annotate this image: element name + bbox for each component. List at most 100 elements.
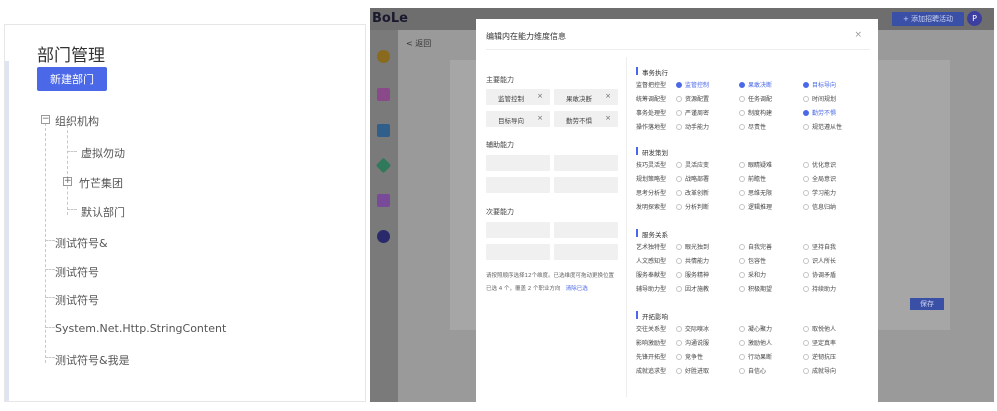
ability-option[interactable]: 凝心聚力 bbox=[739, 324, 772, 333]
radio-icon[interactable] bbox=[676, 244, 682, 250]
ability-option[interactable]: 全局意识 bbox=[803, 174, 836, 183]
radio-icon[interactable] bbox=[739, 176, 745, 182]
close-icon[interactable]: × bbox=[854, 30, 862, 40]
radio-icon[interactable] bbox=[803, 286, 809, 292]
radio-icon[interactable] bbox=[739, 326, 745, 332]
expand-icon[interactable]: + bbox=[63, 177, 72, 186]
ability-option[interactable]: 规范遵从性 bbox=[803, 122, 842, 131]
radio-icon[interactable] bbox=[676, 272, 682, 278]
ability-option[interactable]: 积极期望 bbox=[739, 284, 772, 293]
tree-node-item[interactable]: 测试符号&我是 bbox=[55, 352, 130, 368]
ability-option[interactable]: 协调矛盾 bbox=[803, 270, 836, 279]
empty-slot[interactable] bbox=[486, 222, 550, 238]
ability-option[interactable]: 时间规划 bbox=[803, 94, 836, 103]
ability-option[interactable]: 逆韧抗压 bbox=[803, 352, 836, 361]
add-recruitment-button[interactable]: + 添加招聘活动 bbox=[892, 12, 964, 26]
radio-icon[interactable] bbox=[676, 110, 682, 116]
radio-icon[interactable] bbox=[739, 96, 745, 102]
ability-option[interactable]: 果敢决断 bbox=[739, 80, 772, 89]
empty-slot[interactable] bbox=[554, 177, 618, 193]
radio-icon[interactable] bbox=[803, 272, 809, 278]
ability-option[interactable]: 眼睛疑难 bbox=[739, 160, 772, 169]
ability-option[interactable]: 尽责性 bbox=[739, 122, 766, 131]
ability-option[interactable]: 自我完善 bbox=[739, 242, 772, 251]
radio-icon[interactable] bbox=[676, 368, 682, 374]
ability-option[interactable]: 信息归纳 bbox=[803, 202, 836, 211]
radio-icon[interactable] bbox=[739, 124, 745, 130]
primary-tag[interactable]: 监管控制 × bbox=[486, 89, 550, 105]
radio-icon[interactable] bbox=[739, 272, 745, 278]
ability-option[interactable]: 逻辑推理 bbox=[739, 202, 772, 211]
ability-option[interactable]: 行动果断 bbox=[739, 352, 772, 361]
new-department-button[interactable]: 新建部门 bbox=[37, 67, 107, 91]
radio-icon[interactable] bbox=[739, 354, 745, 360]
ability-option[interactable]: 眼光独到 bbox=[676, 242, 709, 251]
user-settings-icon[interactable] bbox=[377, 194, 390, 207]
tree-node-child[interactable]: 竹芒集团 bbox=[79, 175, 123, 191]
ability-option[interactable]: 竞争性 bbox=[676, 352, 703, 361]
remove-tag-icon[interactable]: × bbox=[605, 114, 611, 122]
primary-tag[interactable]: 目标导向 × bbox=[486, 111, 550, 127]
remove-tag-icon[interactable]: × bbox=[605, 92, 611, 100]
tree-node-item[interactable]: 测试符号& bbox=[55, 235, 108, 251]
radio-icon[interactable] bbox=[803, 190, 809, 196]
save-button[interactable]: 保存 bbox=[910, 298, 944, 310]
primary-tag[interactable]: 勤劳不惧 × bbox=[554, 111, 618, 127]
empty-slot[interactable] bbox=[554, 222, 618, 238]
empty-slot[interactable] bbox=[486, 155, 550, 171]
ability-option[interactable]: 自信心 bbox=[739, 366, 766, 375]
clear-selection-link[interactable]: 清除已选 bbox=[566, 286, 588, 292]
radio-icon[interactable] bbox=[676, 326, 682, 332]
radio-icon[interactable] bbox=[803, 204, 809, 210]
radio-icon[interactable] bbox=[803, 354, 809, 360]
radio-icon[interactable] bbox=[739, 244, 745, 250]
radio-icon[interactable] bbox=[676, 176, 682, 182]
ability-option[interactable]: 监管控制 bbox=[676, 80, 709, 89]
radio-icon[interactable] bbox=[803, 258, 809, 264]
radio-icon[interactable] bbox=[803, 340, 809, 346]
ability-option[interactable]: 优化意识 bbox=[803, 160, 836, 169]
ability-option[interactable]: 分析判断 bbox=[676, 202, 709, 211]
radio-icon[interactable] bbox=[676, 124, 682, 130]
ability-option[interactable]: 任务调配 bbox=[739, 94, 772, 103]
remove-tag-icon[interactable]: × bbox=[537, 92, 543, 100]
checked-radio-icon[interactable] bbox=[803, 110, 809, 116]
radio-icon[interactable] bbox=[803, 162, 809, 168]
document-icon[interactable] bbox=[377, 124, 390, 137]
ability-option[interactable]: 战略部署 bbox=[676, 174, 709, 183]
empty-slot[interactable] bbox=[486, 177, 550, 193]
ability-option[interactable]: 因才施教 bbox=[676, 284, 709, 293]
ability-option[interactable]: 共情能力 bbox=[676, 256, 709, 265]
ability-option[interactable]: 交际嗅冰 bbox=[676, 324, 709, 333]
ability-option[interactable]: 灵活应变 bbox=[676, 160, 709, 169]
ability-option[interactable]: 思维无限 bbox=[739, 188, 772, 197]
ability-option[interactable]: 改革创新 bbox=[676, 188, 709, 197]
radio-icon[interactable] bbox=[739, 368, 745, 374]
ability-option[interactable]: 识人所长 bbox=[803, 256, 836, 265]
tree-node-child[interactable]: 虚拟勿动 bbox=[81, 145, 125, 161]
ability-option[interactable]: 持续助力 bbox=[803, 284, 836, 293]
radio-icon[interactable] bbox=[739, 110, 745, 116]
ability-option[interactable]: 学习能力 bbox=[803, 188, 836, 197]
radio-icon[interactable] bbox=[803, 244, 809, 250]
ability-option[interactable]: 取悦他人 bbox=[803, 324, 836, 333]
radio-icon[interactable] bbox=[803, 326, 809, 332]
radio-icon[interactable] bbox=[803, 124, 809, 130]
tree-node-item[interactable]: 测试符号 bbox=[55, 292, 99, 308]
checked-radio-icon[interactable] bbox=[803, 82, 809, 88]
ability-option[interactable]: 沟通说服 bbox=[676, 338, 709, 347]
avatar[interactable]: P bbox=[967, 11, 982, 26]
ability-option[interactable]: 严谨周密 bbox=[676, 108, 709, 117]
radio-icon[interactable] bbox=[676, 258, 682, 264]
remove-tag-icon[interactable]: × bbox=[537, 114, 543, 122]
collapse-icon[interactable]: − bbox=[41, 115, 50, 124]
radio-icon[interactable] bbox=[676, 190, 682, 196]
radio-icon[interactable] bbox=[739, 258, 745, 264]
radio-icon[interactable] bbox=[803, 176, 809, 182]
radio-icon[interactable] bbox=[676, 340, 682, 346]
radio-icon[interactable] bbox=[676, 96, 682, 102]
radio-icon[interactable] bbox=[803, 368, 809, 374]
shield-icon[interactable] bbox=[375, 157, 392, 174]
back-link[interactable]: < 返回 bbox=[406, 38, 431, 49]
radio-icon[interactable] bbox=[676, 162, 682, 168]
